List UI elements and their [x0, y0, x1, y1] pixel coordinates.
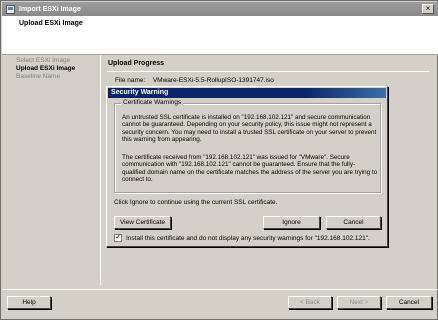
- window-title: Import ESXi Image: [19, 5, 81, 13]
- steps-divider: [100, 55, 101, 285]
- cancel-button[interactable]: Cancel: [386, 296, 432, 309]
- step-upload-esxi-image: Upload ESXi Image: [16, 65, 76, 72]
- ignore-hint: Click Ignore to continue using the curre…: [114, 199, 278, 206]
- dialog-cancel-button[interactable]: Cancel: [326, 216, 381, 229]
- file-name-value: VMware-ESXi-5.5-RollupISO-1391747.iso: [152, 77, 274, 84]
- wizard-steps: Select ESXi Image Upload ESXi Image Base…: [12, 57, 98, 287]
- step-select-esxi-image: Select ESXi Image: [16, 57, 71, 64]
- install-certificate-row[interactable]: ✓ Install this certificate and do not di…: [114, 234, 370, 242]
- footer-divider: [2, 289, 438, 290]
- wizard-header: Upload ESXi Image: [2, 16, 438, 55]
- certificate-warnings-group: Certificate Warnings An untrusted SSL ce…: [114, 99, 381, 193]
- warning-paragraph-2: The certificate received from "192.168.1…: [122, 154, 378, 184]
- page-title: Upload ESXi Image: [19, 20, 83, 27]
- file-name-label: File name:: [115, 77, 146, 84]
- install-certificate-checkbox[interactable]: ✓: [114, 234, 122, 242]
- install-certificate-label: Install this certificate and do not disp…: [126, 234, 370, 242]
- next-button[interactable]: Next >: [337, 296, 381, 309]
- file-name-row: File name: VMware-ESXi-5.5-RollupISO-139…: [115, 77, 274, 84]
- content-title: Upload Progress: [108, 60, 165, 67]
- group-label: Certificate Warnings: [121, 99, 184, 106]
- app-icon: [6, 4, 15, 14]
- security-warning-dialog: Security Warning Certificate Warnings An…: [106, 86, 388, 247]
- ignore-button[interactable]: Ignore: [263, 216, 320, 229]
- close-icon[interactable]: ×: [422, 4, 434, 14]
- dialog-titlebar[interactable]: Security Warning: [108, 88, 386, 98]
- import-esxi-window: Import ESXi Image × Upload ESXi Image Se…: [0, 0, 438, 320]
- back-button[interactable]: < Back: [288, 296, 332, 309]
- view-certificate-button[interactable]: View Certificate: [114, 216, 171, 229]
- window-titlebar[interactable]: Import ESXi Image ×: [2, 2, 438, 16]
- content-divider: [107, 71, 429, 72]
- step-baseline-name: Baseline Name: [16, 73, 61, 80]
- help-button[interactable]: Help: [7, 296, 51, 309]
- warning-paragraph-1: An untrusted SSL certificate is installe…: [122, 114, 377, 144]
